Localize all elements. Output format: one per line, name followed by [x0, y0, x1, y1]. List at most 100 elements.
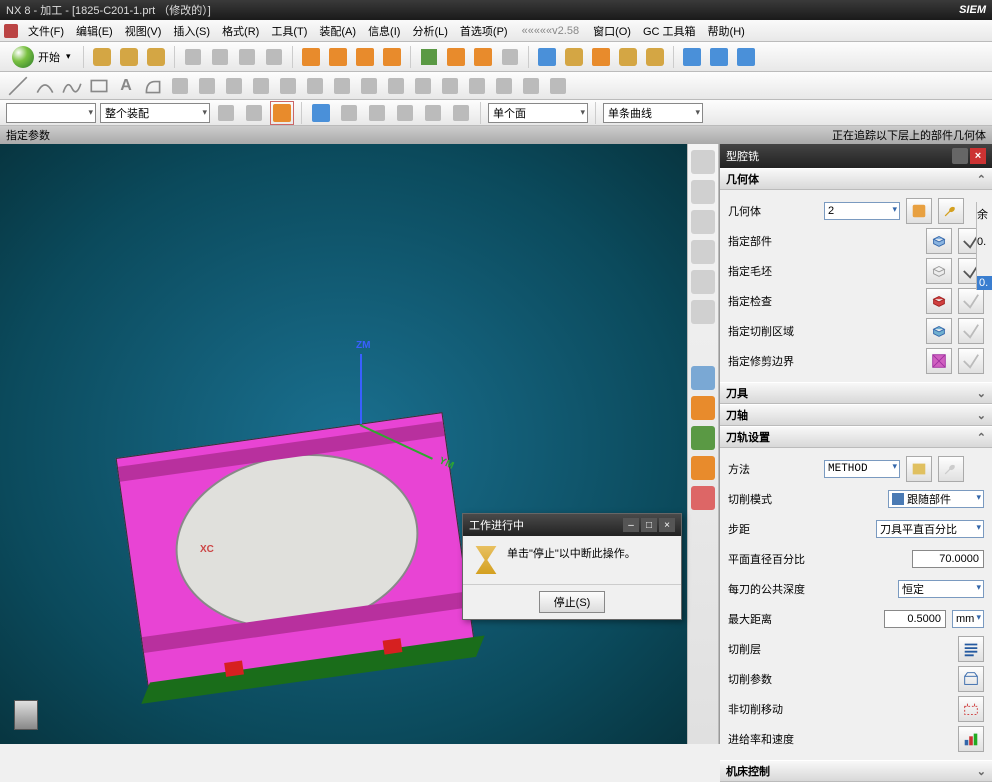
- dialog-titlebar[interactable]: 型腔铣 ×: [720, 144, 992, 168]
- section-tool[interactable]: 刀具⌄: [720, 382, 992, 404]
- close-icon[interactable]: ×: [659, 518, 675, 532]
- filter-btn-3-active[interactable]: [270, 101, 294, 125]
- rb-btn-1[interactable]: [691, 150, 715, 174]
- minimize-icon[interactable]: –: [623, 518, 639, 532]
- sk-btn-10[interactable]: [411, 74, 435, 98]
- check-display-button[interactable]: [958, 288, 984, 314]
- maxd-unit[interactable]: mm: [952, 610, 984, 628]
- dialog-close-icon[interactable]: ×: [970, 148, 986, 164]
- tool-button-10[interactable]: [589, 45, 613, 69]
- undo-button[interactable]: [262, 45, 286, 69]
- noncut-button[interactable]: [958, 696, 984, 722]
- sk-btn-3[interactable]: [222, 74, 246, 98]
- rb-btn-10[interactable]: [691, 456, 715, 480]
- tool-button-3[interactable]: [353, 45, 377, 69]
- feed-button[interactable]: [958, 726, 984, 752]
- depth-select[interactable]: 恒定: [898, 580, 984, 598]
- rect-icon[interactable]: [87, 74, 111, 98]
- stop-button[interactable]: 停止(S): [539, 591, 606, 613]
- rb-btn-5[interactable]: [691, 270, 715, 294]
- sk-btn-8[interactable]: [357, 74, 381, 98]
- filter-btn-7[interactable]: [393, 101, 417, 125]
- spline-icon[interactable]: [60, 74, 84, 98]
- rb-btn-3[interactable]: [691, 210, 715, 234]
- copy-button[interactable]: [208, 45, 232, 69]
- refresh-button[interactable]: [417, 45, 441, 69]
- geom-edit-button[interactable]: [906, 198, 932, 224]
- menu-insert[interactable]: 插入(S): [167, 21, 216, 41]
- section-geometry[interactable]: 几何体⌃: [720, 168, 992, 190]
- menu-gc-toolbox[interactable]: GC 工具箱: [637, 21, 702, 41]
- progress-titlebar[interactable]: 工作进行中 – □ ×: [463, 514, 681, 536]
- section-machine-control[interactable]: 机床控制⌄: [720, 760, 992, 782]
- menu-assembly[interactable]: 装配(A): [313, 21, 362, 41]
- menu-prefs[interactable]: 首选项(P): [454, 21, 514, 41]
- sk-btn-4[interactable]: [249, 74, 273, 98]
- filter-btn-5[interactable]: [337, 101, 361, 125]
- rb-btn-8[interactable]: [691, 396, 715, 420]
- trim-select-button[interactable]: [926, 348, 952, 374]
- menu-edit[interactable]: 编辑(E): [70, 21, 119, 41]
- section-axis[interactable]: 刀轴⌄: [720, 404, 992, 426]
- graphics-viewport[interactable]: XC: [0, 144, 687, 744]
- line-icon[interactable]: [6, 74, 30, 98]
- cutparam-button[interactable]: [958, 666, 984, 692]
- tool-button-8[interactable]: [535, 45, 559, 69]
- pct-field[interactable]: [912, 550, 984, 568]
- section-path-settings[interactable]: 刀轨设置⌃: [720, 426, 992, 448]
- menu-format[interactable]: 格式(R): [216, 21, 265, 41]
- menu-file[interactable]: 文件(F): [22, 21, 70, 41]
- menu-window[interactable]: 窗口(O): [587, 21, 637, 41]
- filter-btn-8[interactable]: [421, 101, 445, 125]
- tool-button-7[interactable]: [498, 45, 522, 69]
- method-select[interactable]: METHOD: [824, 460, 900, 478]
- assembly-filter[interactable]: 整个装配: [100, 103, 210, 123]
- maximize-icon[interactable]: □: [641, 518, 657, 532]
- view-triad-icon[interactable]: [14, 700, 38, 730]
- part-select-button[interactable]: [926, 228, 952, 254]
- sk-btn-12[interactable]: [465, 74, 489, 98]
- sk-btn-14[interactable]: [519, 74, 543, 98]
- trim-display-button[interactable]: [958, 348, 984, 374]
- start-button[interactable]: 开始▾: [6, 44, 77, 70]
- menu-info[interactable]: 信息(I): [362, 21, 406, 41]
- sk-btn-2[interactable]: [195, 74, 219, 98]
- tool-button-2[interactable]: [326, 45, 350, 69]
- curve-filter[interactable]: 单条曲线: [603, 103, 703, 123]
- menu-analysis[interactable]: 分析(L): [406, 21, 453, 41]
- method-wrench-button[interactable]: [938, 456, 964, 482]
- sk-btn-7[interactable]: [330, 74, 354, 98]
- rb-btn-2[interactable]: [691, 180, 715, 204]
- cutlevel-button[interactable]: [958, 636, 984, 662]
- tool-button-9[interactable]: [562, 45, 586, 69]
- filter-btn-4[interactable]: [309, 101, 333, 125]
- cube-button-1[interactable]: [680, 45, 704, 69]
- geom-wrench-button[interactable]: [938, 198, 964, 224]
- open-file-button[interactable]: [117, 45, 141, 69]
- filter-btn-6[interactable]: [365, 101, 389, 125]
- new-file-button[interactable]: [90, 45, 114, 69]
- tool-button-12[interactable]: [643, 45, 667, 69]
- cutmode-select[interactable]: 跟随部件: [888, 490, 984, 508]
- check-select-button[interactable]: [926, 288, 952, 314]
- rb-btn-7[interactable]: [691, 366, 715, 390]
- geom-body-select[interactable]: 2: [824, 202, 900, 220]
- sk-btn-5[interactable]: [276, 74, 300, 98]
- menu-tools[interactable]: 工具(T): [265, 21, 313, 41]
- save-button[interactable]: [144, 45, 168, 69]
- filter-btn-2[interactable]: [242, 101, 266, 125]
- tool-button-4[interactable]: [380, 45, 404, 69]
- rb-btn-9[interactable]: [691, 426, 715, 450]
- method-edit-button[interactable]: [906, 456, 932, 482]
- shape-icon[interactable]: [141, 74, 165, 98]
- sk-btn-9[interactable]: [384, 74, 408, 98]
- filter-btn-1[interactable]: [214, 101, 238, 125]
- blank-select-button[interactable]: [926, 258, 952, 284]
- face-filter[interactable]: 单个面: [488, 103, 588, 123]
- menu-help[interactable]: 帮助(H): [702, 21, 751, 41]
- sk-btn-6[interactable]: [303, 74, 327, 98]
- type-filter-1[interactable]: [6, 103, 96, 123]
- arc-icon[interactable]: [33, 74, 57, 98]
- dialog-settings-icon[interactable]: [952, 148, 968, 164]
- cutarea-display-button[interactable]: [958, 318, 984, 344]
